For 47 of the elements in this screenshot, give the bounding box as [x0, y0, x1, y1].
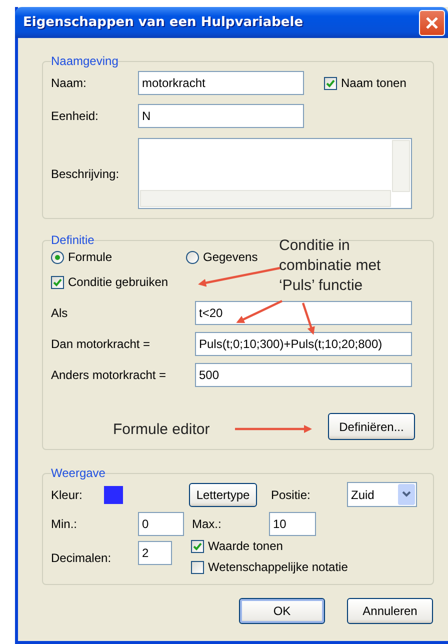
- checkbox-label: Conditie gebruiken: [68, 275, 168, 289]
- color-swatch[interactable]: [104, 486, 123, 504]
- close-icon[interactable]: [419, 10, 445, 36]
- position-dropdown[interactable]: Zuid: [347, 482, 417, 507]
- annotation-arrow: [302, 302, 315, 335]
- define-button[interactable]: Definiëren...: [328, 413, 415, 440]
- formula-field[interactable]: 500: [195, 363, 412, 387]
- checkbox-label: Wetenschappelijke notatie: [208, 560, 348, 574]
- checkbox[interactable]: [324, 76, 337, 90]
- field-label: Positie:: [271, 488, 312, 502]
- group-label: Naamgeving: [51, 54, 118, 68]
- radio-label: Formule: [68, 250, 112, 264]
- checkbox[interactable]: [191, 560, 204, 574]
- group-label: Definitie: [51, 233, 94, 247]
- annotation-text: Conditie in combinatie met ‘Puls’ functie: [279, 236, 382, 296]
- font-button[interactable]: Lettertype: [189, 482, 257, 506]
- text-field[interactable]: motorkracht: [138, 71, 304, 95]
- checkbox-label: Naam tonen: [341, 76, 406, 90]
- description-field[interactable]: [138, 138, 412, 209]
- field-label: Beschrijving:: [51, 166, 120, 180]
- field-label: Max.:: [192, 517, 222, 531]
- field-label: Kleur:: [51, 488, 84, 502]
- annotation-text: Formule editor: [113, 420, 211, 440]
- field-label: Dan motorkracht =: [51, 337, 152, 351]
- checkbox-label: Waarde tonen: [208, 539, 283, 553]
- checkbox[interactable]: [191, 540, 204, 552]
- formula-field[interactable]: Puls(t;0;10;300)+Puls(t;10;20;800): [195, 332, 412, 356]
- text-field[interactable]: 2: [138, 541, 172, 565]
- radio-button[interactable]: [51, 250, 64, 264]
- field-label: Eenheid:: [51, 109, 100, 123]
- text-field[interactable]: N: [138, 104, 304, 128]
- annotation-arrow: [236, 300, 282, 324]
- field-label: Min.:: [51, 517, 78, 531]
- formula-field[interactable]: t<20: [195, 301, 412, 325]
- field-label: Anders motorkracht =: [51, 368, 168, 382]
- ok-button[interactable]: OK: [239, 598, 325, 624]
- text-field[interactable]: 0: [138, 512, 184, 536]
- field-label: Naam:: [51, 76, 88, 90]
- window-title: Eigenschappen van een Hulpvariabele: [23, 15, 304, 30]
- group-label: Weergave: [51, 466, 106, 480]
- radio-label: Gegevens: [203, 250, 258, 264]
- field-label: Als: [51, 306, 69, 320]
- cancel-button[interactable]: Annuleren: [347, 598, 433, 624]
- radio-button[interactable]: [186, 250, 199, 264]
- text-field[interactable]: 10: [269, 512, 316, 536]
- checkbox[interactable]: [51, 276, 64, 288]
- field-label: Decimalen:: [51, 551, 112, 565]
